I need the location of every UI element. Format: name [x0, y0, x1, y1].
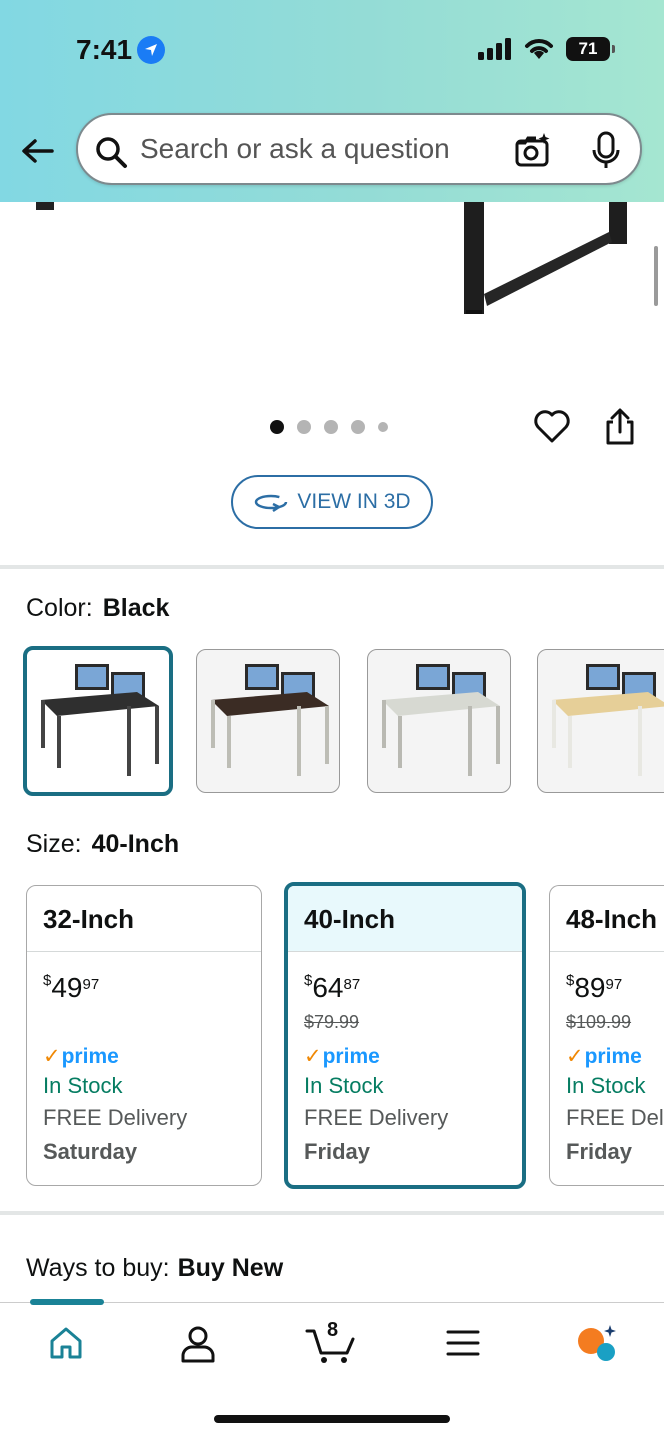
color-swatch-grey[interactable]: [367, 649, 511, 793]
nav-active-indicator: [30, 1299, 104, 1305]
prime-badge: ✓ prime: [43, 1044, 119, 1069]
stock-status: In Stock: [304, 1073, 384, 1098]
share-icon[interactable]: [603, 408, 637, 446]
price: $8997: [566, 971, 623, 1003]
color-swatch-black[interactable]: [23, 646, 173, 796]
home-icon[interactable]: [48, 1325, 84, 1361]
ways-to-buy-value: Buy New: [177, 1254, 284, 1282]
rotate-3d-icon: [255, 494, 288, 513]
size-option-name: 32-Inch: [27, 886, 261, 952]
signal-icon: [478, 38, 511, 60]
camera-lens-icon[interactable]: [514, 131, 552, 169]
size-selected-value: 40-Inch: [91, 830, 180, 858]
prime-check-icon: ✓: [43, 1045, 61, 1068]
size-label: Size:: [26, 830, 82, 858]
size-option-48-inch[interactable]: 48-Inch $8997 $109.99 ✓ prime In Stock FR…: [549, 885, 664, 1186]
product-image[interactable]: [0, 202, 664, 402]
section-divider: [0, 1211, 664, 1215]
search-input[interactable]: [140, 129, 500, 169]
menu-icon[interactable]: [446, 1329, 480, 1357]
ways-to-buy-row[interactable]: Ways to buy: Buy New: [26, 1254, 283, 1283]
stock-status: In Stock: [566, 1073, 646, 1098]
price: $4997: [43, 971, 100, 1003]
delivery-day: Friday: [566, 1139, 633, 1164]
status-icons: 71: [478, 37, 615, 61]
size-option-name: 40-Inch: [288, 886, 522, 952]
color-swatch-oak[interactable]: [537, 649, 664, 793]
cart-count-badge: 8: [327, 1319, 339, 1341]
microphone-icon[interactable]: [590, 131, 622, 171]
wifi-icon: [525, 39, 553, 59]
list-price: $79.99: [304, 1012, 360, 1032]
prime-badge: ✓ prime: [304, 1044, 380, 1069]
color-label-row: Color: Black: [26, 594, 169, 623]
pagination-dot[interactable]: [270, 420, 284, 434]
pagination-dot[interactable]: [351, 420, 365, 434]
home-indicator: [214, 1415, 450, 1423]
delivery-text: FREE Delivery: [43, 1105, 188, 1130]
prime-badge: ✓ prime: [566, 1044, 642, 1069]
prime-check-icon: ✓: [304, 1045, 322, 1068]
list-price: [43, 1012, 261, 1034]
delivery-day: Saturday: [43, 1139, 138, 1164]
rufus-icon[interactable]: [576, 1323, 618, 1363]
account-icon[interactable]: [180, 1325, 216, 1363]
color-swatch-espresso[interactable]: [196, 649, 340, 793]
search-icon: [96, 137, 127, 168]
pagination-dot[interactable]: [378, 422, 388, 432]
list-price: $109.99: [566, 1012, 632, 1032]
back-arrow-icon[interactable]: [20, 133, 56, 169]
color-label: Color:: [26, 594, 93, 622]
delivery-day: Friday: [304, 1139, 371, 1164]
status-time: 7:41: [76, 34, 133, 65]
location-arrow-icon: [137, 36, 165, 64]
stock-status: In Stock: [43, 1073, 123, 1098]
view-in-3d-button[interactable]: VIEW IN 3D: [231, 475, 433, 529]
image-pagination-dots[interactable]: [270, 420, 388, 434]
header: 7:41 71: [0, 0, 664, 202]
price: $6487: [304, 971, 361, 1003]
size-option-40-inch[interactable]: 40-Inch $6487 $79.99 ✓ prime In Stock FRE…: [284, 882, 526, 1189]
section-divider: [0, 565, 664, 569]
heart-icon[interactable]: [533, 408, 571, 444]
pagination-dot[interactable]: [324, 420, 338, 434]
ways-to-buy-label: Ways to buy:: [26, 1254, 170, 1282]
size-label-row: Size: 40-Inch: [26, 830, 179, 859]
color-selected-value: Black: [102, 594, 170, 622]
view-in-3d-label: VIEW IN 3D: [297, 490, 411, 513]
size-option-name: 48-Inch: [550, 886, 664, 952]
battery-indicator: 71: [566, 37, 615, 61]
prime-check-icon: ✓: [566, 1045, 584, 1068]
scroll-indicator: [654, 246, 658, 306]
delivery-text: FREE Delivery: [566, 1105, 664, 1130]
search-bar[interactable]: [76, 113, 642, 185]
cart-icon[interactable]: 8: [305, 1319, 357, 1365]
delivery-text: FREE Delivery: [304, 1105, 449, 1130]
pagination-dot[interactable]: [297, 420, 311, 434]
size-option-32-inch[interactable]: 32-Inch $4997 ✓ prime In Stock FREE Deliv…: [26, 885, 262, 1186]
